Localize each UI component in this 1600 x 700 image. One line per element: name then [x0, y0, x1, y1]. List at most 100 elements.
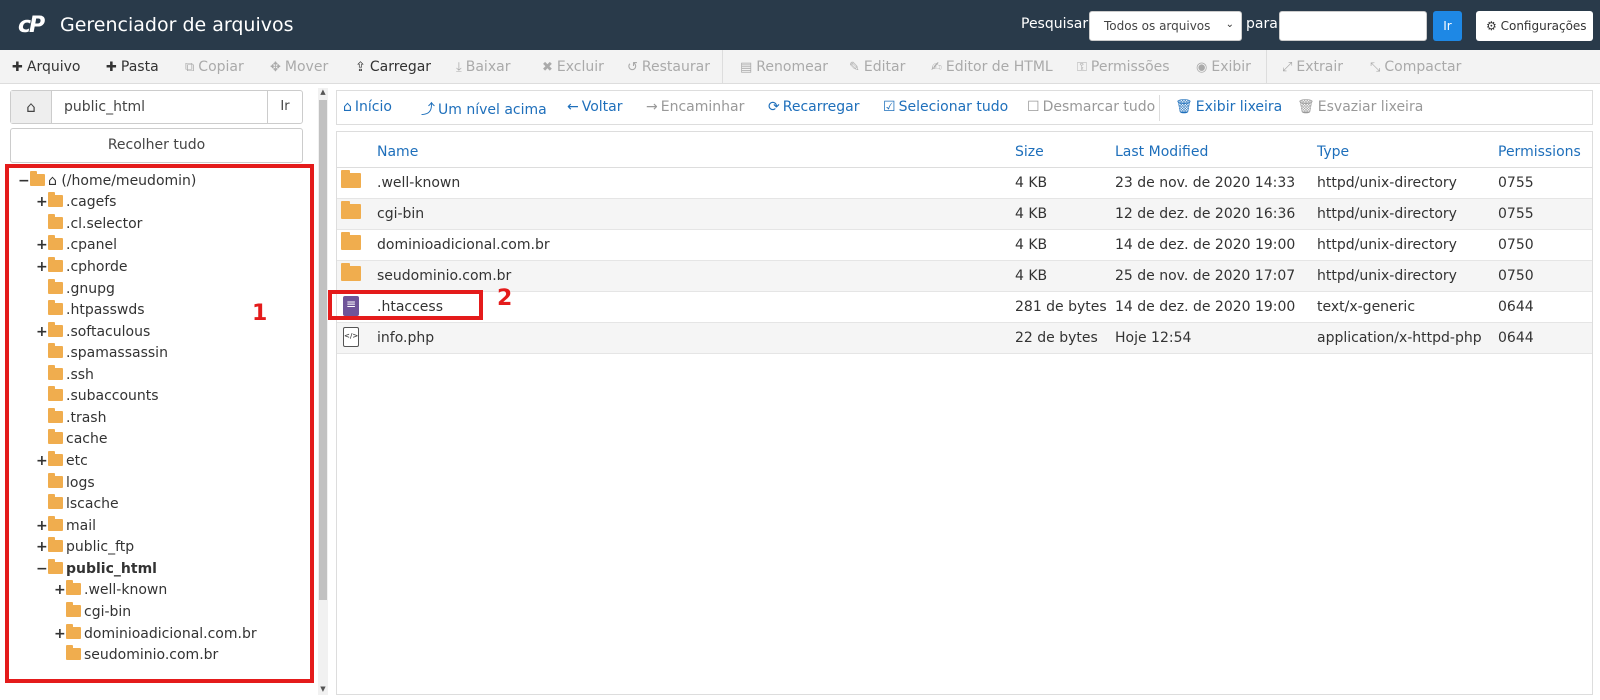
forward-label: Encaminhar	[660, 99, 745, 115]
file-modified: 23 de nov. de 2020 14:33	[1115, 175, 1296, 191]
file-permissions: 0644	[1498, 299, 1534, 315]
table-row[interactable]: info.php 22 de bytes Hoje 12:54 applicat…	[337, 323, 1592, 354]
compress-label: Compactar	[1384, 59, 1462, 75]
upload-button[interactable]: ⇪ Carregar	[355, 59, 431, 75]
home-button[interactable]: ⌂	[11, 91, 52, 123]
edit-label: Editar	[863, 59, 906, 75]
search-scope-select[interactable]: Todos os arquivos ⌄	[1089, 11, 1242, 41]
restore-button[interactable]: ↺ Restaurar	[627, 59, 710, 75]
scroll-down-arrow-icon[interactable]: ▼	[318, 685, 328, 695]
copy-icon: ⧉	[185, 60, 195, 75]
search-label: Pesquisar	[1021, 16, 1089, 32]
permissions-button[interactable]: ⚿ Permissões	[1077, 59, 1170, 75]
home-nav-button[interactable]: ⌂ Início	[343, 99, 392, 115]
file-modified: 14 de dez. de 2020 19:00	[1115, 237, 1296, 253]
edit-icon: ✍	[931, 60, 942, 75]
file-type: httpd/unix-directory	[1317, 268, 1457, 284]
back-button[interactable]: ← Voltar	[567, 99, 623, 115]
plus-icon: ✚	[106, 60, 117, 75]
path-go-button[interactable]: Ir	[267, 91, 302, 123]
column-header-type[interactable]: Type	[1317, 144, 1349, 160]
scroll-up-arrow-icon[interactable]: ▲	[318, 88, 328, 98]
navigation-bar: ⌂ Início ⤴ Um nível acima ← Voltar → Encamin…	[336, 90, 1593, 125]
column-header-size[interactable]: Size	[1015, 144, 1044, 160]
folder-icon	[341, 263, 361, 285]
forward-button[interactable]: → Encaminhar	[646, 99, 744, 115]
cpanel-logo: cP	[18, 13, 45, 38]
new-folder-button[interactable]: ✚ Pasta	[106, 59, 159, 75]
view-trash-button[interactable]: 🗑 Exibir lixeira	[1175, 99, 1282, 115]
move-icon: ✥	[270, 60, 281, 75]
empty-trash-label: Esvaziar lixeira	[1317, 99, 1424, 115]
download-button[interactable]: ⤓ Baixar	[456, 59, 510, 75]
table-row[interactable]: .well-known 4 KB 23 de nov. de 2020 14:3…	[337, 168, 1592, 199]
table-row[interactable]: cgi-bin 4 KB 12 de dez. de 2020 16:36 ht…	[337, 199, 1592, 230]
view-button[interactable]: ◉ Exibir	[1196, 59, 1251, 75]
close-icon: ✖	[542, 60, 553, 75]
rename-button[interactable]: ▤ Renomear	[740, 59, 828, 75]
new-file-button[interactable]: ✚ Arquivo	[12, 59, 81, 75]
file-permissions: 0750	[1498, 237, 1534, 253]
folder-icon	[341, 201, 361, 223]
edit-button[interactable]: ✎ Editar	[849, 59, 905, 75]
settings-button[interactable]: ⚙ Configurações	[1476, 11, 1593, 41]
empty-trash-button[interactable]: 🗑 Esvaziar lixeira	[1297, 99, 1423, 115]
top-header: cP Gerenciador de arquivos Pesquisar Tod…	[0, 0, 1600, 50]
file-name: seudominio.com.br	[377, 268, 512, 284]
view-label: Exibir	[1211, 59, 1251, 75]
html-editor-button[interactable]: ✍ Editor de HTML	[931, 59, 1053, 75]
table-row[interactable]: seudominio.com.br 4 KB 25 de nov. de 202…	[337, 261, 1592, 292]
extract-button[interactable]: ⤢ Extrair	[1282, 59, 1343, 75]
file-permissions: 0750	[1498, 268, 1534, 284]
extract-label: Extrair	[1296, 59, 1344, 75]
table-row[interactable]: .htaccess 281 de bytes 14 de dez. de 202…	[337, 292, 1592, 323]
file-size: 4 KB	[1015, 237, 1048, 253]
delete-button[interactable]: ✖ Excluir	[542, 59, 604, 75]
annotation-label: 1	[252, 301, 268, 326]
up-level-button[interactable]: ⤴ Um nível acima	[421, 99, 547, 119]
file-type: httpd/unix-directory	[1317, 175, 1457, 191]
file-toolbar: ✚ Arquivo ✚ Pasta ⧉ Copiar ✥ Mover ⇪ Carregar…	[0, 50, 1600, 84]
file-modified: 12 de dez. de 2020 16:36	[1115, 206, 1296, 222]
reload-button[interactable]: ⟳ Recarregar	[768, 99, 860, 115]
file-table: Name Size Last Modified Type Permissions…	[336, 131, 1593, 695]
path-input[interactable]: public_html	[64, 99, 145, 115]
move-button[interactable]: ✥ Mover	[270, 59, 328, 75]
toolbar-divider	[722, 50, 723, 84]
rename-label: Renomear	[756, 59, 829, 75]
collapse-all-button[interactable]: Recolher tudo	[10, 128, 303, 163]
scrollbar-thumb[interactable]	[319, 100, 327, 600]
search-input[interactable]	[1279, 11, 1427, 41]
file-size: 4 KB	[1015, 206, 1048, 222]
trash-icon: 🗑	[1297, 99, 1315, 115]
file-permissions: 0644	[1498, 330, 1534, 346]
upload-icon: ⇪	[355, 60, 366, 75]
copy-button[interactable]: ⧉ Copiar	[185, 59, 244, 75]
file-modified: 14 de dez. de 2020 19:00	[1115, 299, 1296, 315]
file-name: info.php	[377, 330, 435, 346]
table-row[interactable]: dominioadicional.com.br 4 KB 14 de dez. …	[337, 230, 1592, 261]
move-label: Mover	[284, 59, 329, 75]
eye-icon: ◉	[1196, 60, 1208, 75]
compress-icon: ⤡	[1370, 60, 1381, 75]
checkbox-checked-icon: ☑	[883, 99, 896, 115]
tree-scrollbar[interactable]: ▲ ▼	[318, 88, 328, 695]
up-level-label: Um nível acima	[438, 102, 547, 118]
chevron-down-icon: ⌄	[1225, 19, 1234, 30]
level-up-icon: ⤴	[421, 102, 435, 118]
file-icon: ▤	[740, 60, 753, 75]
home-nav-label: Início	[354, 99, 392, 115]
expand-icon: ⤢	[1282, 60, 1293, 75]
column-header-modified[interactable]: Last Modified	[1115, 144, 1208, 160]
column-header-permissions[interactable]: Permissions	[1498, 144, 1581, 160]
deselect-all-button[interactable]: ☐ Desmarcar tudo	[1027, 99, 1155, 115]
back-label: Voltar	[581, 99, 623, 115]
select-all-label: Selecionar tudo	[898, 99, 1009, 115]
column-header-name[interactable]: Name	[377, 144, 418, 160]
download-label: Baixar	[465, 59, 511, 75]
select-all-button[interactable]: ☑ Selecionar tudo	[883, 99, 1008, 115]
permissions-label: Permissões	[1090, 59, 1170, 75]
search-go-button[interactable]: Ir	[1433, 11, 1462, 41]
file-size: 281 de bytes	[1015, 299, 1107, 315]
compress-button[interactable]: ⤡ Compactar	[1370, 59, 1461, 75]
